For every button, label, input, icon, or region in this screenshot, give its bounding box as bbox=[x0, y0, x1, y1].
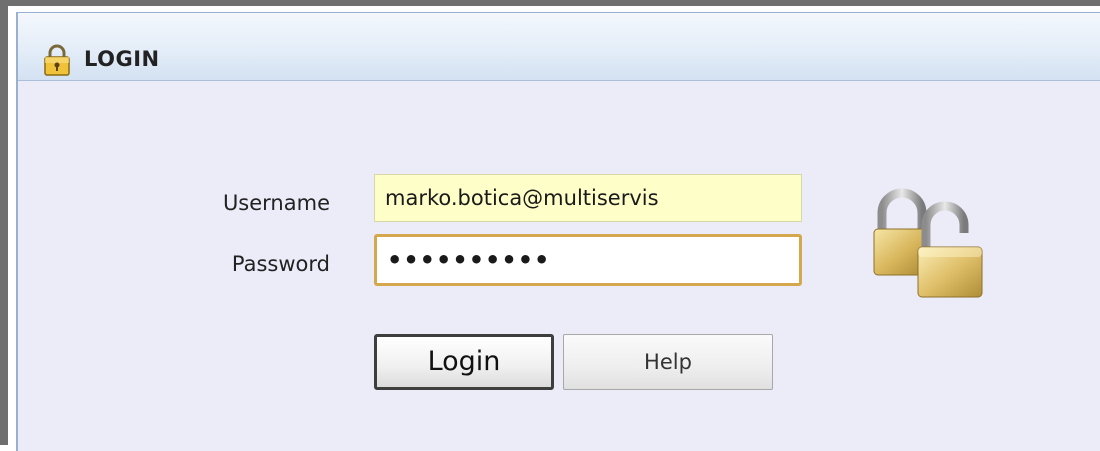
password-label: Password bbox=[231, 252, 330, 276]
password-field[interactable]: •••••••••• bbox=[374, 234, 802, 286]
username-label: Username bbox=[222, 191, 330, 215]
help-button[interactable]: Help bbox=[563, 334, 773, 390]
login-panel: LOGIN Username marko.botica@multiservis … bbox=[16, 12, 1100, 451]
padlocks-icon bbox=[868, 183, 998, 303]
padlock-icon bbox=[42, 43, 72, 77]
window-title: LOGIN bbox=[84, 47, 160, 71]
login-button[interactable]: Login bbox=[374, 334, 554, 390]
username-field[interactable]: marko.botica@multiservis bbox=[374, 174, 802, 222]
login-window: LOGIN Username marko.botica@multiservis … bbox=[0, 0, 1100, 451]
title-bar: LOGIN bbox=[18, 13, 1100, 81]
